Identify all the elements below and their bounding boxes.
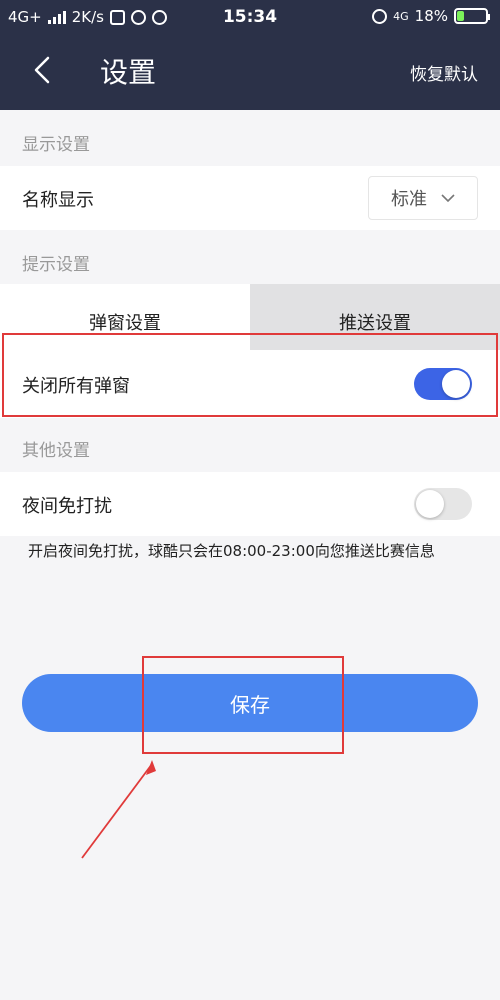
toggle-knob [416, 490, 444, 518]
battery-icon [454, 8, 490, 24]
prompt-settings-tabs: 弹窗设置 推送设置 [0, 284, 500, 350]
restore-default-button[interactable]: 恢复默认 [410, 64, 478, 86]
display-settings-header: 显示设置 [22, 135, 90, 155]
name-display-row: 名称显示 标准 [0, 166, 500, 230]
status-bar: 4G+ 2K/s 15:34 4G 18% [0, 0, 500, 36]
tab-push-settings[interactable]: 推送设置 [250, 284, 500, 350]
close-all-popups-toggle[interactable] [414, 368, 472, 400]
name-display-value: 标准 [391, 189, 427, 210]
close-all-popups-label: 关闭所有弹窗 [22, 376, 130, 397]
save-button[interactable]: 保存 [22, 674, 478, 732]
app-header: 4G+ 2K/s 15:34 4G 18% 设置 恢复默认 [0, 0, 500, 110]
status-right: 4G 18% [372, 7, 490, 25]
do-not-disturb-label: 夜间免打扰 [22, 496, 112, 517]
other-settings-header: 其他设置 [22, 441, 90, 461]
nav-bar: 设置 恢复默认 [0, 40, 500, 110]
alarm-icon [372, 8, 388, 24]
do-not-disturb-row: 夜间免打扰 [0, 472, 500, 536]
name-display-select[interactable]: 标准 [368, 176, 478, 220]
battery-percent: 18% [414, 7, 448, 25]
do-not-disturb-toggle[interactable] [414, 488, 472, 520]
back-arrow-icon[interactable] [28, 55, 58, 85]
tab-popup-settings[interactable]: 弹窗设置 [0, 284, 250, 350]
prompt-settings-header: 提示设置 [22, 255, 90, 275]
toggle-knob [442, 370, 470, 398]
name-display-label: 名称显示 [22, 190, 94, 211]
close-all-popups-row: 关闭所有弹窗 [0, 350, 500, 418]
page-title: 设置 [100, 56, 157, 89]
network-type-right: 4G [393, 9, 409, 23]
do-not-disturb-hint: 开启夜间免打扰，球酷只会在08:00-23:00向您推送比赛信息 [28, 542, 435, 560]
chevron-down-icon [441, 194, 455, 203]
